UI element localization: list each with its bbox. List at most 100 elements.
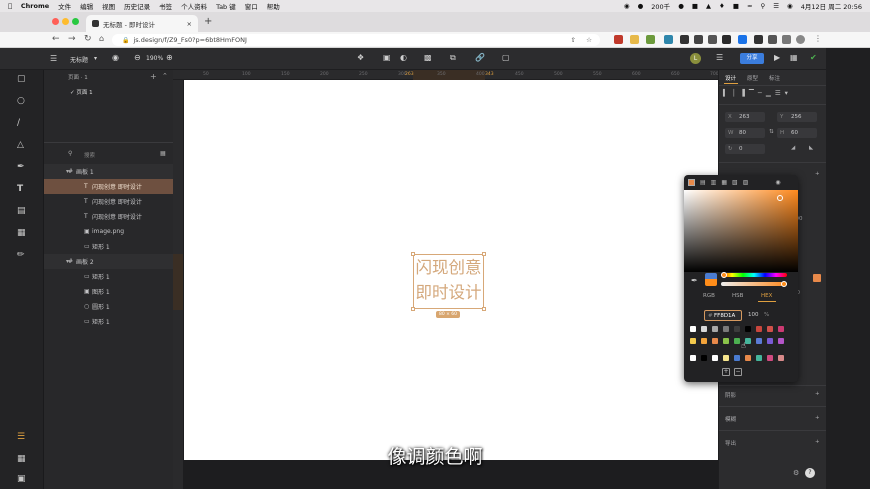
flip-vertical-icon[interactable]: ◣: [809, 145, 813, 151]
color-swatch[interactable]: [734, 326, 740, 332]
text-tool-icon[interactable]: T: [17, 184, 23, 194]
back-icon[interactable]: ←: [52, 34, 60, 44]
layer-row[interactable]: T 闪现创意 即时设计: [44, 209, 173, 224]
extension-icon[interactable]: [680, 35, 689, 44]
mode-hsb[interactable]: HSB: [732, 293, 743, 299]
color-swatch[interactable]: [756, 326, 762, 332]
color-swatch[interactable]: [756, 338, 762, 344]
alpha-input[interactable]: 100: [748, 312, 759, 318]
extension-icon[interactable]: [722, 35, 731, 44]
link-icon[interactable]: 🔗: [475, 54, 485, 62]
extension-icon[interactable]: [614, 35, 623, 44]
layer-row[interactable]: T 闪现创意 即时设计: [44, 194, 173, 209]
color-swatch[interactable]: [723, 338, 729, 344]
menu-edit[interactable]: 编辑: [80, 1, 93, 11]
add-blur-icon[interactable]: +: [815, 415, 820, 421]
eyedropper-icon[interactable]: ✒: [691, 276, 698, 285]
color-swatch[interactable]: [745, 326, 751, 332]
layer-row[interactable]: ▭ 矩形 1: [44, 269, 173, 284]
resize-handle[interactable]: [482, 307, 486, 311]
avatar[interactable]: L: [690, 53, 701, 64]
align-right-icon[interactable]: ▐: [740, 89, 745, 99]
h-field[interactable]: H 60: [777, 128, 817, 138]
color-swatch[interactable]: [767, 338, 773, 344]
color-swatch[interactable]: [701, 338, 707, 344]
menu-help[interactable]: 帮助: [267, 1, 280, 11]
image-tool-icon[interactable]: ▤: [17, 206, 26, 216]
new-tab-button[interactable]: +: [204, 16, 212, 27]
tab-prototype[interactable]: 原型: [747, 74, 758, 82]
zoom-in-icon[interactable]: ⊕: [166, 54, 173, 62]
wifi-icon[interactable]: ≈: [747, 2, 752, 10]
align-middle-icon[interactable]: ─: [758, 89, 762, 99]
tab-design[interactable]: 设计: [725, 74, 736, 82]
color-swatch[interactable]: [712, 355, 718, 361]
color-swatch[interactable]: [701, 326, 707, 332]
color-swatch[interactable]: [734, 338, 740, 344]
zoom-level[interactable]: 190%: [146, 55, 163, 62]
status-icon[interactable]: ◉: [624, 2, 630, 10]
status-icon[interactable]: ●: [638, 2, 644, 10]
color-swatch[interactable]: [701, 355, 707, 361]
frame-tool-icon[interactable]: ▦: [17, 228, 26, 238]
mode-rgb[interactable]: RGB: [703, 293, 715, 299]
image-fill-icon[interactable]: ▨: [743, 179, 749, 186]
color-swatch[interactable]: [690, 326, 696, 332]
menu-view[interactable]: 视图: [102, 1, 115, 11]
puzzle-icon[interactable]: [782, 35, 791, 44]
menu-tab[interactable]: Tab 键: [216, 1, 236, 11]
fill-color-swatch[interactable]: [813, 274, 821, 282]
color-swatch[interactable]: [690, 338, 696, 344]
collapse-icon[interactable]: ⌃: [162, 72, 168, 80]
play-icon[interactable]: ▶: [774, 54, 780, 62]
zoom-out-icon[interactable]: ⊖: [134, 54, 141, 62]
distribute-icon[interactable]: ☰: [775, 89, 781, 99]
reload-icon[interactable]: ↻: [84, 34, 92, 44]
extension-icon[interactable]: [708, 35, 717, 44]
main-menu-icon[interactable]: ☰: [50, 55, 57, 63]
minimize-window-button[interactable]: [62, 18, 69, 25]
extension-icon[interactable]: [694, 35, 703, 44]
angular-gradient-icon[interactable]: ▦: [721, 179, 727, 186]
menu-bookmarks[interactable]: 书签: [159, 1, 172, 11]
hex-input[interactable]: # FF8D1A: [704, 310, 742, 321]
search-input[interactable]: 搜索: [84, 151, 95, 159]
hue-handle[interactable]: [721, 272, 727, 278]
line-tool-icon[interactable]: ∕: [17, 118, 20, 128]
layer-row[interactable]: ▭ 矩形 1: [44, 314, 173, 329]
extension-icon[interactable]: [630, 35, 639, 44]
share-button[interactable]: 分享: [740, 53, 764, 64]
w-field[interactable]: W 80: [725, 128, 765, 138]
hue-slider[interactable]: [721, 272, 787, 278]
home-icon[interactable]: ⌂: [99, 34, 104, 43]
share-icon[interactable]: ⇧: [571, 36, 576, 44]
add-fill-icon[interactable]: +: [815, 171, 820, 177]
ellipse-tool-icon[interactable]: ○: [17, 96, 25, 106]
add-swatch-icon[interactable]: +: [722, 368, 730, 376]
color-swatch[interactable]: [745, 355, 751, 361]
status-temp[interactable]: 200千: [651, 1, 670, 11]
resize-handle[interactable]: [411, 307, 415, 311]
alpha-slider[interactable]: [721, 281, 787, 287]
saturation-value-area[interactable]: [684, 190, 798, 272]
siri-icon[interactable]: ◉: [787, 2, 793, 10]
add-page-icon[interactable]: +: [150, 72, 157, 81]
sv-cursor[interactable]: [777, 195, 783, 201]
comment-icon[interactable]: ◉: [112, 54, 119, 62]
align-center-icon[interactable]: │: [732, 89, 736, 99]
more-icon[interactable]: ⋮: [814, 34, 822, 43]
search-icon[interactable]: ⚲: [760, 2, 765, 10]
maximize-window-button[interactable]: [72, 18, 79, 25]
diamond-gradient-icon[interactable]: ▧: [732, 179, 738, 186]
selection-box[interactable]: [411, 252, 486, 311]
library-tab-icon[interactable]: ▣: [17, 474, 26, 484]
extension-icon[interactable]: [754, 35, 763, 44]
star-icon[interactable]: ☆: [586, 36, 592, 44]
filter-icon[interactable]: ▦: [160, 150, 166, 157]
resize-handle[interactable]: [411, 252, 415, 256]
extension-icon[interactable]: [664, 35, 673, 44]
color-swatch[interactable]: [756, 355, 762, 361]
save-icon[interactable]: ▦: [790, 54, 798, 62]
layers-tab-icon[interactable]: ☰: [17, 432, 25, 442]
layers-stack-icon[interactable]: ☰: [716, 54, 723, 62]
